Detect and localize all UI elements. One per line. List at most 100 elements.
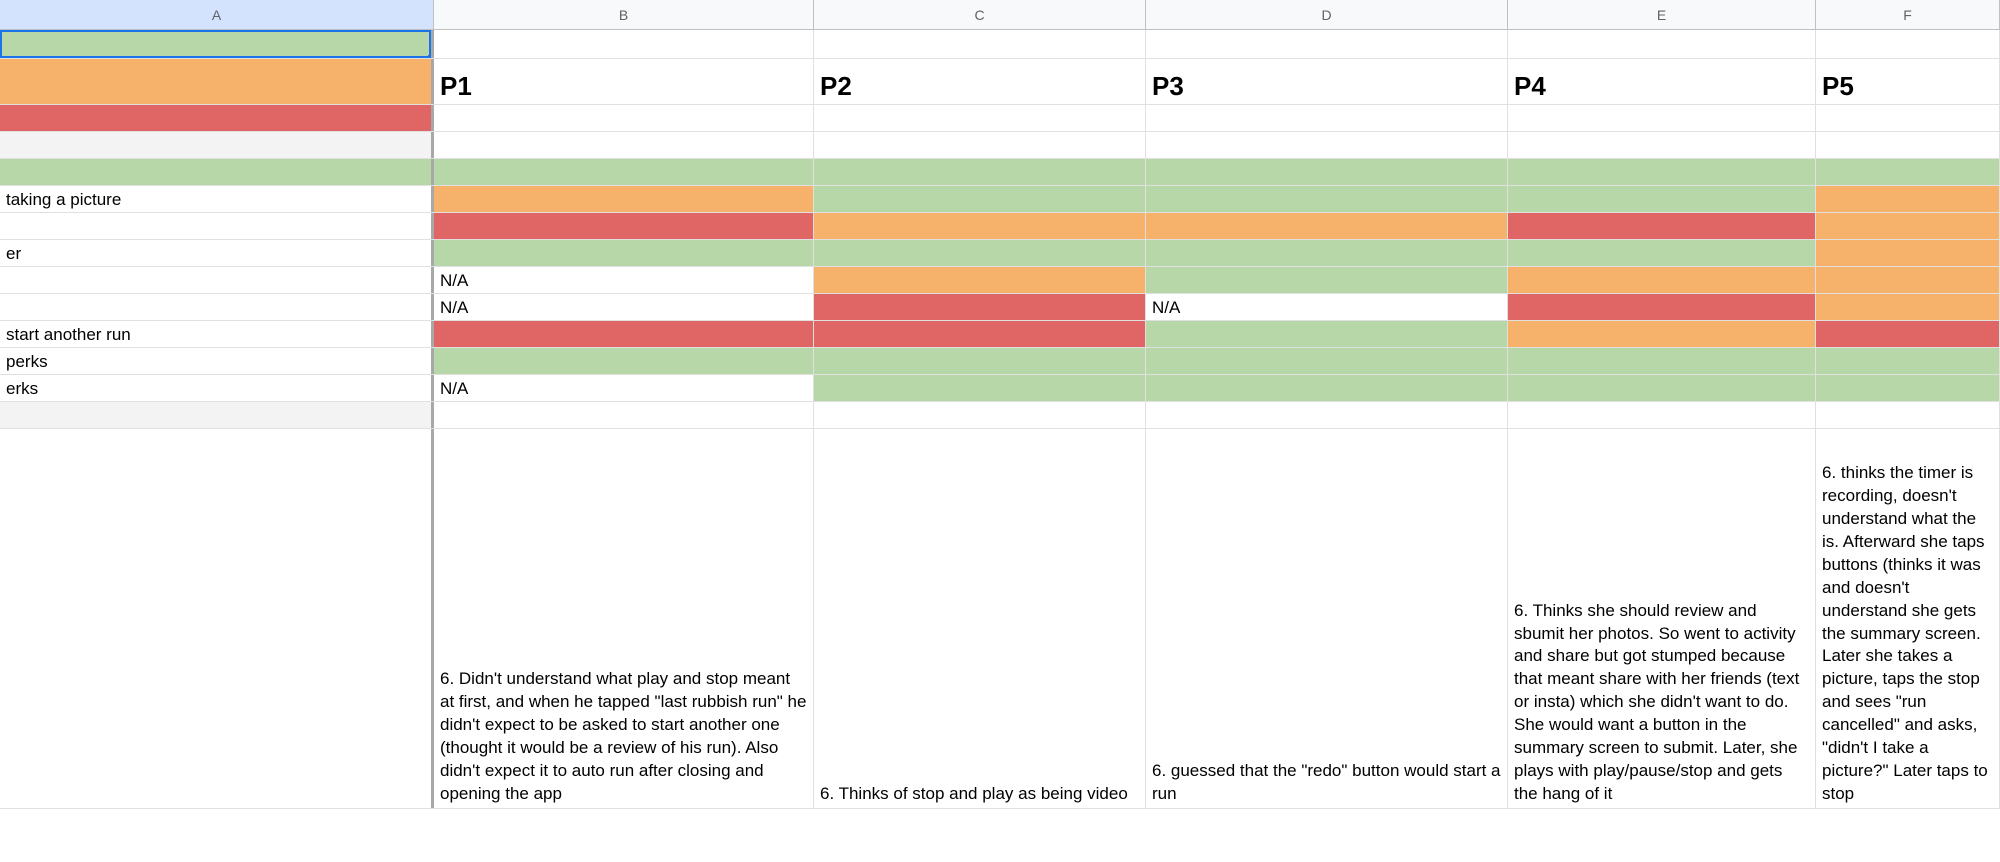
cell[interactable] bbox=[434, 348, 814, 374]
cell[interactable] bbox=[814, 159, 1146, 185]
cell[interactable] bbox=[0, 213, 434, 239]
cell[interactable] bbox=[1146, 321, 1508, 347]
cell[interactable] bbox=[0, 402, 434, 428]
cell[interactable] bbox=[1816, 105, 2000, 131]
cell[interactable] bbox=[1508, 105, 1816, 131]
participant-header-p5[interactable]: P5 bbox=[1816, 59, 2000, 104]
cell-na[interactable]: N/A bbox=[434, 267, 814, 293]
note-p2[interactable]: 6. Thinks of stop and play as being vide… bbox=[814, 429, 1146, 808]
cell[interactable] bbox=[1146, 348, 1508, 374]
task-label[interactable]: start another run bbox=[0, 321, 434, 347]
cell[interactable] bbox=[1816, 159, 2000, 185]
cell[interactable] bbox=[0, 267, 434, 293]
cell[interactable] bbox=[1816, 30, 2000, 58]
cell[interactable] bbox=[1508, 213, 1816, 239]
cell[interactable] bbox=[434, 105, 814, 131]
row-start-another: start another run bbox=[0, 321, 2000, 348]
cell[interactable] bbox=[434, 30, 814, 58]
cell[interactable] bbox=[814, 132, 1146, 158]
cell[interactable] bbox=[1816, 186, 2000, 212]
task-label[interactable]: er bbox=[0, 240, 434, 266]
cell[interactable] bbox=[814, 186, 1146, 212]
cell[interactable] bbox=[1146, 186, 1508, 212]
col-header-B[interactable]: B bbox=[434, 0, 814, 29]
row-notes: 6. Didn't understand what play and stop … bbox=[0, 429, 2000, 809]
cell[interactable] bbox=[814, 30, 1146, 58]
cell[interactable] bbox=[1146, 240, 1508, 266]
cell[interactable] bbox=[1816, 267, 2000, 293]
note-p5[interactable]: 6. thinks the timer is recording, doesn'… bbox=[1816, 429, 2000, 808]
cell-na[interactable]: N/A bbox=[1146, 294, 1508, 320]
task-label[interactable]: taking a picture bbox=[0, 186, 434, 212]
cell[interactable] bbox=[814, 375, 1146, 401]
cell[interactable] bbox=[1508, 348, 1816, 374]
cell[interactable] bbox=[0, 59, 434, 104]
cell[interactable] bbox=[434, 321, 814, 347]
cell[interactable] bbox=[434, 402, 814, 428]
cell[interactable] bbox=[434, 132, 814, 158]
cell[interactable] bbox=[814, 105, 1146, 131]
cell[interactable] bbox=[0, 132, 434, 158]
cell[interactable] bbox=[814, 402, 1146, 428]
col-header-D[interactable]: D bbox=[1146, 0, 1508, 29]
selection-handle-icon[interactable] bbox=[428, 55, 434, 58]
cell[interactable] bbox=[0, 105, 434, 131]
participant-header-p2[interactable]: P2 bbox=[814, 59, 1146, 104]
cell[interactable] bbox=[814, 294, 1146, 320]
note-p1[interactable]: 6. Didn't understand what play and stop … bbox=[434, 429, 814, 808]
cell[interactable] bbox=[814, 267, 1146, 293]
note-p4[interactable]: 6. Thinks she should review and sbumit h… bbox=[1508, 429, 1816, 808]
cell-na[interactable]: N/A bbox=[434, 375, 814, 401]
cell[interactable] bbox=[1508, 30, 1816, 58]
cell[interactable] bbox=[1816, 240, 2000, 266]
cell[interactable] bbox=[1508, 402, 1816, 428]
cell[interactable] bbox=[1816, 294, 2000, 320]
cell[interactable] bbox=[0, 159, 434, 185]
column-header-row: A B C D E F bbox=[0, 0, 2000, 30]
cell[interactable] bbox=[434, 186, 814, 212]
cell[interactable] bbox=[814, 321, 1146, 347]
participant-header-p4[interactable]: P4 bbox=[1508, 59, 1816, 104]
cell[interactable] bbox=[1508, 240, 1816, 266]
cell[interactable] bbox=[1508, 159, 1816, 185]
cell[interactable] bbox=[1816, 132, 2000, 158]
cell[interactable] bbox=[1146, 132, 1508, 158]
col-header-E[interactable]: E bbox=[1508, 0, 1816, 29]
cell[interactable] bbox=[434, 159, 814, 185]
task-label[interactable]: perks bbox=[0, 348, 434, 374]
cell[interactable] bbox=[1146, 30, 1508, 58]
cell[interactable] bbox=[1508, 321, 1816, 347]
cell[interactable] bbox=[1816, 348, 2000, 374]
task-label[interactable]: erks bbox=[0, 375, 434, 401]
participant-header-p1[interactable]: P1 bbox=[434, 59, 814, 104]
cell[interactable] bbox=[1146, 267, 1508, 293]
cell[interactable] bbox=[1146, 159, 1508, 185]
participant-header-p3[interactable]: P3 bbox=[1146, 59, 1508, 104]
cell[interactable] bbox=[814, 348, 1146, 374]
cell[interactable] bbox=[1146, 213, 1508, 239]
cell[interactable] bbox=[0, 294, 434, 320]
cell[interactable] bbox=[1816, 375, 2000, 401]
cell[interactable] bbox=[1146, 375, 1508, 401]
cell[interactable] bbox=[1816, 213, 2000, 239]
col-header-C[interactable]: C bbox=[814, 0, 1146, 29]
cell[interactable] bbox=[1508, 375, 1816, 401]
note-p3[interactable]: 6. guessed that the "redo" button would … bbox=[1146, 429, 1508, 808]
cell-na[interactable]: N/A bbox=[434, 294, 814, 320]
cell[interactable] bbox=[0, 429, 434, 808]
cell[interactable] bbox=[1508, 294, 1816, 320]
cell[interactable] bbox=[1816, 402, 2000, 428]
cell[interactable] bbox=[1146, 105, 1508, 131]
cell[interactable] bbox=[1508, 267, 1816, 293]
cell[interactable] bbox=[1508, 186, 1816, 212]
cell[interactable] bbox=[1816, 321, 2000, 347]
cell[interactable] bbox=[814, 240, 1146, 266]
cell[interactable] bbox=[434, 213, 814, 239]
cell[interactable] bbox=[814, 213, 1146, 239]
cell[interactable] bbox=[1146, 402, 1508, 428]
col-header-A[interactable]: A bbox=[0, 0, 434, 29]
selected-cell[interactable] bbox=[0, 30, 434, 58]
cell[interactable] bbox=[1508, 132, 1816, 158]
cell[interactable] bbox=[434, 240, 814, 266]
col-header-F[interactable]: F bbox=[1816, 0, 2000, 29]
